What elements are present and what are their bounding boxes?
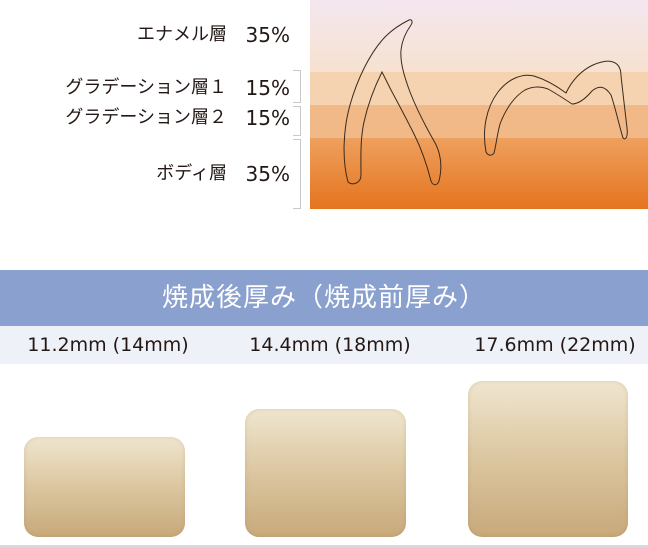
layer-row-body: ボディ層 35% <box>0 162 290 186</box>
layer-name: エナメル層 <box>137 24 227 45</box>
layer-bracket-gradation-2 <box>293 106 301 136</box>
layer-name: ボディ層 <box>156 163 227 184</box>
layer-row-gradation-2: グラデーション層２ 15% <box>0 106 290 130</box>
thickness-header: 焼成後厚み（焼成前厚み） <box>0 270 648 326</box>
size-label-small: 11.2mm (14mm) <box>27 334 189 356</box>
layer-row-enamel: エナメル層 35% <box>0 23 290 47</box>
layer-bracket-gradation-1 <box>293 70 301 103</box>
layer-name: グラデーション層１ <box>65 77 227 98</box>
sample-block-medium <box>245 409 406 537</box>
thickness-title: 焼成後厚み（焼成前厚み） <box>161 283 486 313</box>
layer-row-gradation-1: グラデーション層１ 15% <box>0 76 290 100</box>
size-label-medium: 14.4mm (18mm) <box>249 334 411 356</box>
sample-block-large <box>468 381 628 537</box>
layer-percent: 35% <box>245 23 290 47</box>
sample-block-small <box>24 437 185 537</box>
layer-percent: 35% <box>245 162 290 186</box>
layer-percent: 15% <box>245 76 290 100</box>
tooth-outline-diagram <box>343 19 628 186</box>
anterior-tooth-outline <box>343 19 442 186</box>
layer-percent: 15% <box>245 106 290 130</box>
layer-name: グラデーション層２ <box>65 107 227 128</box>
size-label-large: 17.6mm (22mm) <box>474 334 636 356</box>
posterior-tooth-outline <box>484 60 628 156</box>
layer-bracket-body <box>293 139 301 209</box>
